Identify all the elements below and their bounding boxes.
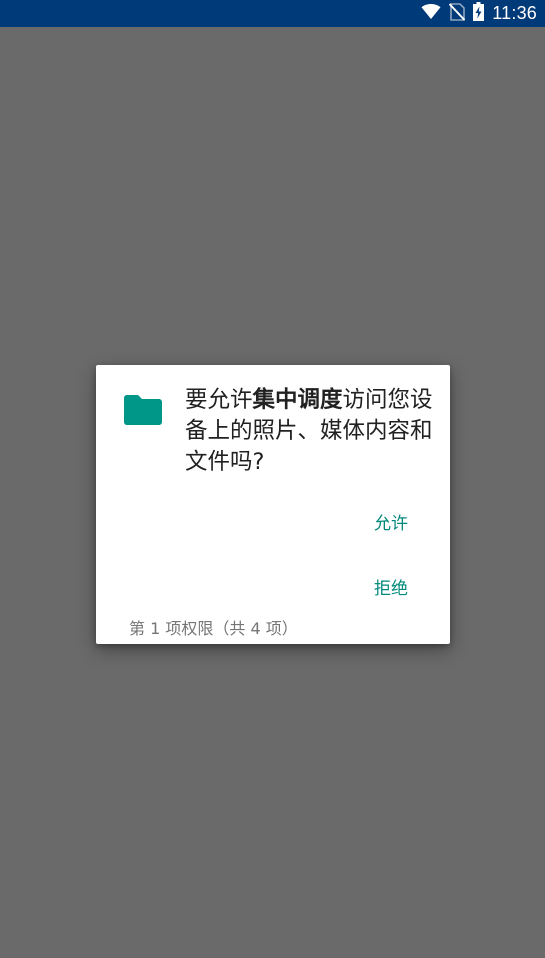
permission-dialog: 要允许集中调度访问您设备上的照片、媒体内容和文件吗? 允许 拒绝 第 1 项权限… xyxy=(96,365,450,644)
message-prefix: 要允许 xyxy=(185,387,253,413)
battery-charging-icon xyxy=(473,2,485,25)
status-time: 11:36 xyxy=(492,3,537,23)
no-sim-icon xyxy=(449,2,466,25)
status-bar: 11:36 xyxy=(0,0,545,27)
permission-message: 要允许集中调度访问您设备上的照片、媒体内容和文件吗? xyxy=(185,385,437,478)
folder-icon xyxy=(124,393,162,425)
deny-button[interactable]: 拒绝 xyxy=(362,568,420,605)
app-name: 集中调度 xyxy=(252,387,343,413)
permission-counter: 第 1 项权限（共 4 项） xyxy=(129,619,298,638)
wifi-icon xyxy=(421,3,441,24)
allow-button[interactable]: 允许 xyxy=(362,503,420,540)
